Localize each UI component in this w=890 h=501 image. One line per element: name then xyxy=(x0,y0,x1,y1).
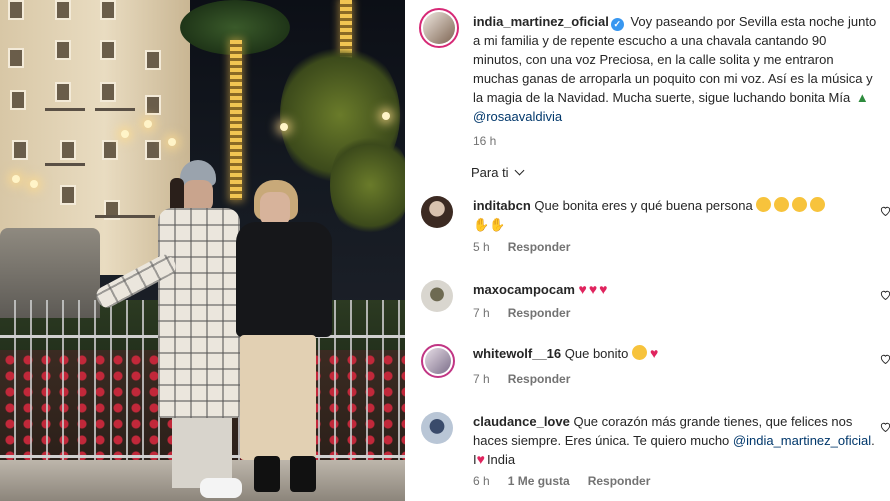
commenter-avatar[interactable] xyxy=(421,196,453,228)
commenter-username[interactable]: inditabcn xyxy=(473,198,531,213)
window xyxy=(55,40,71,60)
balcony xyxy=(45,108,85,111)
balcony xyxy=(45,163,85,166)
commenter-username[interactable]: claudance_love xyxy=(473,414,570,429)
avatar-image xyxy=(423,12,455,44)
comment-filter-label: Para ti xyxy=(471,165,509,180)
window xyxy=(100,40,116,60)
comment-likes[interactable]: 1 Me gusta xyxy=(508,474,570,488)
comment-time[interactable]: 7 h xyxy=(473,306,490,320)
window xyxy=(145,140,161,160)
person-black-jacket xyxy=(232,180,342,500)
plaid-coat xyxy=(158,208,240,418)
comment-signoff: India xyxy=(486,452,516,467)
window xyxy=(100,82,116,102)
comment-filter-dropdown[interactable]: Para ti xyxy=(471,165,525,180)
post-time[interactable]: 16 h xyxy=(473,132,878,151)
window xyxy=(10,90,26,110)
street-lamp xyxy=(144,120,152,128)
comment-meta: 7 h Responder xyxy=(473,306,570,320)
like-heart-icon[interactable] xyxy=(880,290,890,300)
author-avatar[interactable] xyxy=(419,8,459,48)
window xyxy=(60,185,76,205)
reply-button[interactable]: Responder xyxy=(508,306,571,320)
author-username[interactable]: india_martinez_oficial xyxy=(473,14,609,29)
red-heart-icon: ♥ xyxy=(578,281,587,297)
window xyxy=(102,140,118,160)
post-caption: india_martinez_oficial ✓ Voy paseando por… xyxy=(473,12,878,151)
window xyxy=(55,0,71,20)
comment-text: Que bonita eres y qué buena persona xyxy=(534,198,753,213)
kissing-face-icon xyxy=(792,197,808,212)
like-heart-icon[interactable] xyxy=(880,206,890,216)
red-heart-icon: ♥ xyxy=(599,281,608,297)
comment-meta: 7 h Responder xyxy=(473,372,570,386)
red-heart-icon: ♥ xyxy=(476,451,485,467)
street-lamp xyxy=(121,130,129,138)
window xyxy=(12,140,28,160)
comment-item: whitewolf__16 Que bonito ♥ 7 h Responder xyxy=(421,344,890,388)
kissing-face-icon xyxy=(756,197,772,212)
commenter-avatar[interactable] xyxy=(421,412,453,444)
comment-text: Que bonito xyxy=(564,346,629,361)
comment-item: inditabcn Que bonita eres y qué buena pe… xyxy=(421,196,890,256)
window xyxy=(8,48,24,68)
commenter-username[interactable]: maxocampocam xyxy=(473,282,575,297)
black-jacket xyxy=(236,222,332,337)
comment-item: claudance_love Que corazón más grande ti… xyxy=(421,412,890,501)
red-heart-icon: ♥ xyxy=(650,345,659,361)
comment-time[interactable]: 5 h xyxy=(473,240,490,254)
street-lamp xyxy=(382,112,390,120)
window xyxy=(145,95,161,115)
comment-meta: 6 h 1 Me gusta Responder xyxy=(473,474,650,488)
person-plaid-coat xyxy=(88,160,248,500)
comment-mention[interactable]: @india_martinez_oficial xyxy=(733,433,871,448)
street-lamp xyxy=(168,138,176,146)
street-lamp xyxy=(30,180,38,188)
heart-eyes-icon xyxy=(632,345,647,360)
window xyxy=(60,140,76,160)
commenter-username[interactable]: whitewolf__16 xyxy=(473,346,561,361)
red-heart-icon: ♥ xyxy=(588,281,598,297)
comment-time[interactable]: 7 h xyxy=(473,372,490,386)
verified-badge-icon: ✓ xyxy=(610,18,624,31)
window xyxy=(55,82,71,102)
comment-body: inditabcn Que bonita eres y qué buena pe… xyxy=(473,196,878,234)
window xyxy=(8,0,24,20)
commenter-avatar[interactable] xyxy=(421,280,453,312)
street-lamp xyxy=(280,123,288,131)
raising-hands-icon: ✋✋ xyxy=(473,217,506,232)
boot xyxy=(290,456,316,492)
window xyxy=(145,50,161,70)
balcony xyxy=(95,108,135,111)
face xyxy=(260,192,290,226)
comment-time[interactable]: 6 h xyxy=(473,474,490,488)
comment-meta: 5 h Responder xyxy=(473,240,570,254)
avatar-image xyxy=(425,348,451,374)
chevron-down-icon xyxy=(514,165,525,176)
like-heart-icon[interactable] xyxy=(880,354,890,364)
comment-item: maxocampocam ♥ ♥ ♥ 7 h Responder xyxy=(421,280,890,324)
street-lamp xyxy=(12,175,20,183)
christmas-tree-icon: ▲ xyxy=(855,90,869,105)
comments-panel: india_martinez_oficial ✓ Voy paseando por… xyxy=(405,0,890,501)
boot xyxy=(254,456,280,492)
beige-trousers xyxy=(240,335,316,460)
reply-button[interactable]: Responder xyxy=(508,372,571,386)
comment-body: whitewolf__16 Que bonito ♥ xyxy=(473,344,878,363)
post-photo[interactable] xyxy=(0,0,405,501)
reply-button[interactable]: Responder xyxy=(588,474,651,488)
kissing-face-icon xyxy=(774,197,790,212)
caption-mention[interactable]: @rosaavaldivia xyxy=(473,109,562,124)
commenter-avatar[interactable] xyxy=(421,344,455,378)
comment-body: claudance_love Que corazón más grande ti… xyxy=(473,412,878,469)
kissing-face-icon xyxy=(810,197,826,212)
like-heart-icon[interactable] xyxy=(880,422,890,432)
window xyxy=(100,0,116,20)
comment-body: maxocampocam ♥ ♥ ♥ xyxy=(473,280,878,299)
reply-button[interactable]: Responder xyxy=(508,240,571,254)
